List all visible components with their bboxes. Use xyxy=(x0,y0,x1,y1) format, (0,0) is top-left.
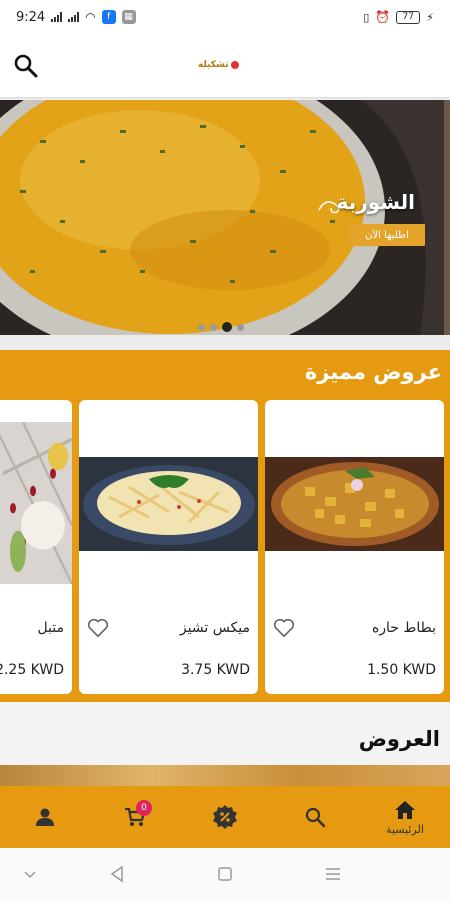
heart-icon xyxy=(87,618,109,638)
carousel-dot[interactable] xyxy=(210,323,217,331)
product-card[interactable]: بطاط حاره 1.50 KWD xyxy=(265,400,444,694)
carousel-dots xyxy=(198,322,244,332)
product-image xyxy=(79,457,258,551)
favorite-button[interactable] xyxy=(87,618,109,638)
product-name: بطاط حاره xyxy=(371,620,436,636)
search-icon xyxy=(305,807,326,828)
cart-count-badge: 0 xyxy=(136,800,152,816)
nav-home[interactable]: الرئيسية xyxy=(360,786,450,848)
gallery-notification-icon: ▦ xyxy=(121,10,136,24)
product-name: متبل xyxy=(37,620,64,636)
app-screen: 9:24 ◠ f ▦ ▯ ⏰ 77 ⚡ تشكيلة الشوربة اطلبه… xyxy=(0,0,450,900)
recents-icon[interactable] xyxy=(323,864,343,884)
status-time: 9:24 xyxy=(16,9,46,25)
favorite-button[interactable] xyxy=(273,618,295,638)
product-card[interactable]: متبل 2.25 KWD xyxy=(0,400,72,694)
carousel-dot-active[interactable] xyxy=(222,322,232,332)
featured-section: عروض مميزة بطاط حاره 1.50 KWD ميكس تشيز … xyxy=(0,350,450,702)
battery-icon: 77 xyxy=(396,10,421,24)
signal-icon xyxy=(51,12,63,22)
offers-title: العروض xyxy=(358,727,440,751)
nav-cart[interactable]: 0 xyxy=(90,786,180,848)
product-price: 2.25 KWD xyxy=(0,662,64,678)
logo-mark xyxy=(230,61,239,69)
order-now-button[interactable]: اطلبها الآن xyxy=(349,224,425,246)
search-icon xyxy=(14,54,38,78)
home-icon xyxy=(395,800,415,819)
nav-home-label: الرئيسية xyxy=(386,822,424,836)
bottom-navigation: الرئيسية 0 xyxy=(0,786,450,848)
hero-title: الشوربة xyxy=(336,190,415,214)
hero-soup-image xyxy=(0,100,445,335)
product-image xyxy=(265,457,444,551)
app-notification-icon: f xyxy=(101,10,116,24)
product-name: ميكس تشيز xyxy=(179,620,250,636)
featured-title: عروض مميزة xyxy=(304,360,442,384)
product-price: 1.50 KWD xyxy=(367,662,436,678)
nav-offers[interactable] xyxy=(180,786,270,848)
app-logo: تشكيلة xyxy=(198,58,239,72)
offers-banner-image[interactable] xyxy=(0,765,450,787)
system-navigation-bar xyxy=(0,848,450,900)
next-slide-peek xyxy=(444,100,450,335)
alarm-icon: ⏰ xyxy=(375,10,391,24)
charging-icon: ⚡ xyxy=(426,10,434,24)
home-square-icon[interactable] xyxy=(215,864,235,884)
nav-search[interactable] xyxy=(270,786,360,848)
logo-text: تشكيلة xyxy=(198,60,229,70)
product-card[interactable]: ميكس تشيز 3.75 KWD xyxy=(79,400,258,694)
vibrate-icon: ▯ xyxy=(363,10,370,24)
hero-banner[interactable]: الشوربة اطلبها الآن xyxy=(0,100,445,335)
carousel-dot[interactable] xyxy=(198,323,205,331)
chevron-down-icon[interactable] xyxy=(20,864,40,884)
carousel-dot[interactable] xyxy=(237,323,244,331)
search-button[interactable] xyxy=(12,52,40,80)
nav-profile[interactable] xyxy=(0,786,90,848)
heart-icon xyxy=(273,618,295,638)
back-icon[interactable] xyxy=(107,864,127,884)
product-price: 3.75 KWD xyxy=(181,662,250,678)
signal-2-icon xyxy=(68,12,80,22)
wifi-icon: ◠ xyxy=(85,10,96,24)
app-bar: تشكيلة xyxy=(0,34,450,98)
product-image xyxy=(0,422,72,584)
status-bar: 9:24 ◠ f ▦ ▯ ⏰ 77 ⚡ xyxy=(0,0,450,34)
user-icon xyxy=(36,808,54,826)
discount-badge-icon xyxy=(213,805,237,829)
